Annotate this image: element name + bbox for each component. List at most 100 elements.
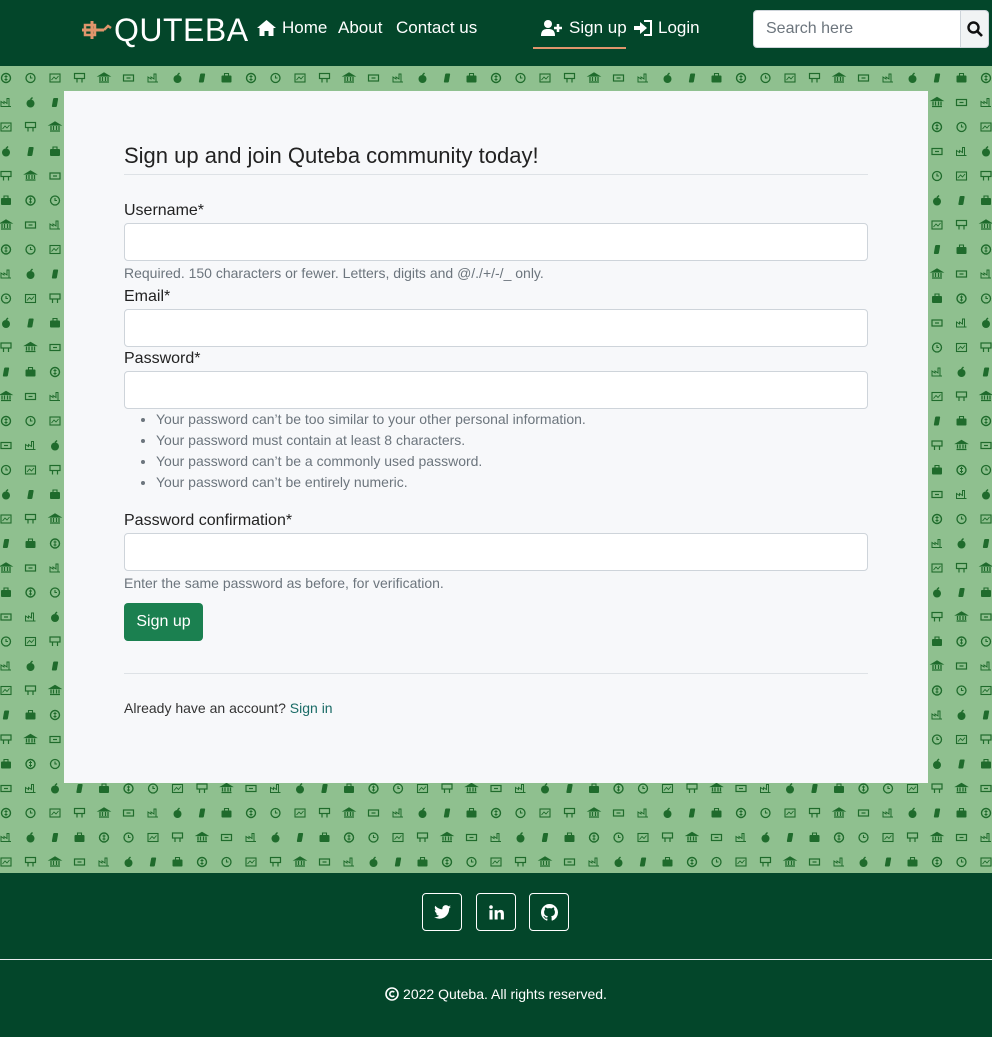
pattern-icon <box>955 391 968 401</box>
pattern-icon <box>612 809 625 817</box>
nav-home[interactable]: Home <box>257 18 327 38</box>
pattern-icon <box>49 366 61 378</box>
email-field[interactable] <box>124 309 868 347</box>
pattern-icon <box>416 783 429 794</box>
pattern-icon <box>956 464 967 476</box>
pattern-icon <box>933 587 941 598</box>
pattern-icon <box>0 833 11 842</box>
pattern-icon <box>954 611 969 622</box>
pattern-icon <box>49 244 61 255</box>
pattern-icon <box>490 784 502 793</box>
pattern-icon <box>563 858 576 866</box>
pattern-icon <box>956 636 967 647</box>
pattern-icon <box>24 465 37 475</box>
linkedin-button[interactable] <box>476 893 516 931</box>
pattern-icon <box>490 833 501 842</box>
pattern-icon <box>639 857 647 867</box>
pattern-icon <box>24 221 37 229</box>
github-button[interactable] <box>529 893 569 931</box>
pattern-icon <box>663 807 672 818</box>
brand-logo-link[interactable]: QUTEBA <box>80 10 249 50</box>
account-prompt-text: Already have an account? <box>124 700 286 716</box>
pattern-icon <box>515 72 526 84</box>
pattern-icon <box>0 636 12 647</box>
pattern-icon <box>25 415 36 427</box>
pattern-icon <box>74 832 85 842</box>
pattern-icon <box>811 784 818 793</box>
pattern-icon <box>929 96 945 108</box>
pattern-icon <box>956 147 967 156</box>
pattern-icon <box>957 709 966 720</box>
search-button[interactable] <box>961 10 989 48</box>
pattern-icon <box>884 857 892 867</box>
password-rules-list: Your password can’t be too similar to yo… <box>156 409 586 493</box>
pattern-icon <box>49 73 61 83</box>
search-input[interactable] <box>753 10 961 48</box>
password-label: Password* <box>124 350 201 367</box>
pattern-icon <box>49 709 61 721</box>
pattern-icon <box>931 170 943 182</box>
pattern-icon <box>219 782 234 794</box>
pattern-icon <box>270 72 281 84</box>
pattern-icon <box>96 72 112 83</box>
pattern-icon <box>929 660 945 671</box>
nav-login[interactable]: Login <box>634 18 700 38</box>
copyright-icon <box>385 987 399 1001</box>
pattern-icon <box>586 807 602 818</box>
pattern-icon <box>416 832 429 842</box>
pattern-icon <box>418 72 427 83</box>
linkedin-icon <box>488 904 504 920</box>
pattern-icon <box>23 733 38 745</box>
pattern-icon <box>123 832 134 843</box>
pattern-icon <box>466 856 477 868</box>
pattern-icon <box>23 170 38 181</box>
pattern-icon <box>24 293 37 304</box>
pattern-icon <box>25 807 36 819</box>
pattern-icon <box>980 244 992 255</box>
password-confirmation-field[interactable] <box>124 533 868 571</box>
pattern-icon <box>25 538 36 548</box>
pattern-icon <box>294 808 306 818</box>
username-field[interactable] <box>124 223 868 261</box>
twitter-button[interactable] <box>422 893 462 931</box>
pattern-icon <box>369 856 378 867</box>
nav-signup[interactable]: Sign up <box>541 18 627 38</box>
pattern-icon <box>99 783 109 793</box>
pattern-icon <box>637 783 649 794</box>
username-help: Required. 150 characters or fewer. Lette… <box>124 265 544 281</box>
pattern-icon <box>761 832 770 843</box>
password-confirmation-label: Password confirmation* <box>124 512 293 529</box>
pattern-icon <box>735 784 747 793</box>
pattern-icon <box>515 784 526 793</box>
pattern-icon <box>24 856 37 867</box>
signin-link[interactable]: Sign in <box>290 700 333 716</box>
pattern-icon <box>25 709 36 720</box>
pattern-icon <box>24 564 37 572</box>
pattern-icon <box>49 808 61 818</box>
pattern-icon <box>931 563 943 573</box>
pattern-icon <box>612 74 625 82</box>
signup-submit-button[interactable]: Sign up <box>124 603 203 641</box>
nav-about[interactable]: About <box>338 18 382 38</box>
pattern-icon <box>0 98 11 107</box>
pattern-icon <box>735 857 747 867</box>
pattern-icon <box>882 73 893 83</box>
password-field[interactable] <box>124 371 868 409</box>
pattern-icon <box>173 72 182 83</box>
pattern-icon <box>933 195 941 206</box>
pattern-icon <box>147 73 158 83</box>
pattern-icon <box>933 73 941 83</box>
pattern-icon <box>735 807 747 819</box>
pattern-icon <box>26 97 35 108</box>
pattern-icon <box>711 856 722 868</box>
pattern-icon <box>392 783 404 794</box>
pattern-icon <box>637 832 649 843</box>
pattern-icon <box>932 293 942 303</box>
pattern-icon <box>27 490 34 499</box>
nav-home-label: Home <box>282 18 328 37</box>
nav-contact[interactable]: Contact us <box>396 18 477 38</box>
home-icon <box>257 20 276 36</box>
pattern-icon <box>931 734 943 745</box>
pattern-icon <box>957 538 966 549</box>
pattern-icon <box>2 489 10 500</box>
